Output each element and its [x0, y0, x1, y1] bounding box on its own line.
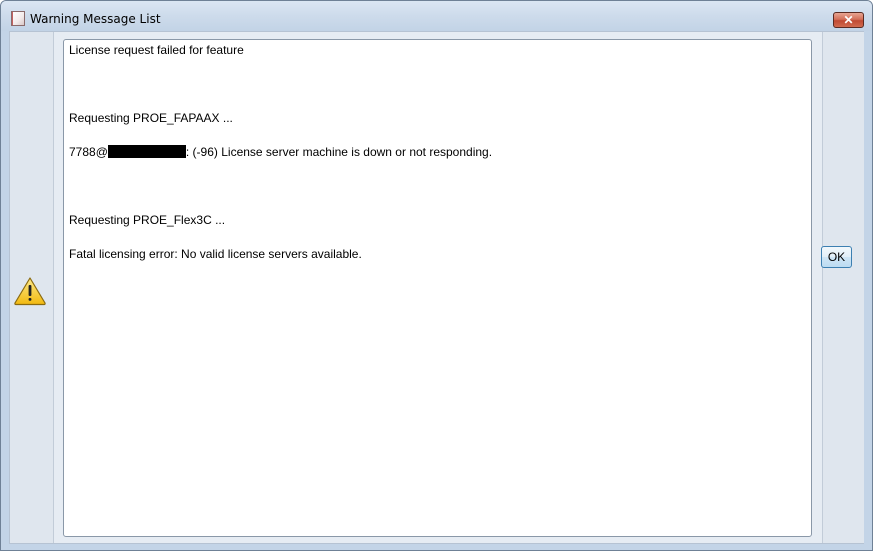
server-port: 7788@ — [69, 145, 108, 159]
redacted-hostname — [107, 145, 186, 158]
app-icon — [11, 11, 25, 26]
ok-button[interactable]: OK — [821, 246, 852, 268]
server-error-text: : (-96) License server machine is down o… — [185, 145, 493, 159]
message-text-area[interactable]: License request failed for feature Reque… — [63, 39, 812, 537]
message-line: Requesting PROE_Flex3C ... — [69, 213, 226, 227]
message-line-server: 7788@ : (-96) License server machine is d… — [69, 145, 492, 159]
warning-icon — [14, 277, 46, 306]
window-title: Warning Message List — [30, 12, 161, 26]
close-icon: ✕ — [843, 13, 854, 27]
dialog-body: License request failed for feature Reque… — [9, 31, 864, 544]
close-button[interactable]: ✕ — [833, 12, 864, 28]
icon-panel — [10, 32, 54, 543]
message-line: Requesting PROE_FAPAAX ... — [69, 111, 233, 125]
message-line: Fatal licensing error: No valid license … — [69, 247, 362, 261]
message-line: License request failed for feature — [69, 43, 244, 57]
title-bar[interactable]: Warning Message List ✕ — [1, 1, 872, 31]
button-panel — [822, 32, 864, 543]
warning-message-list-window: Warning Message List ✕ License request f… — [0, 0, 873, 551]
